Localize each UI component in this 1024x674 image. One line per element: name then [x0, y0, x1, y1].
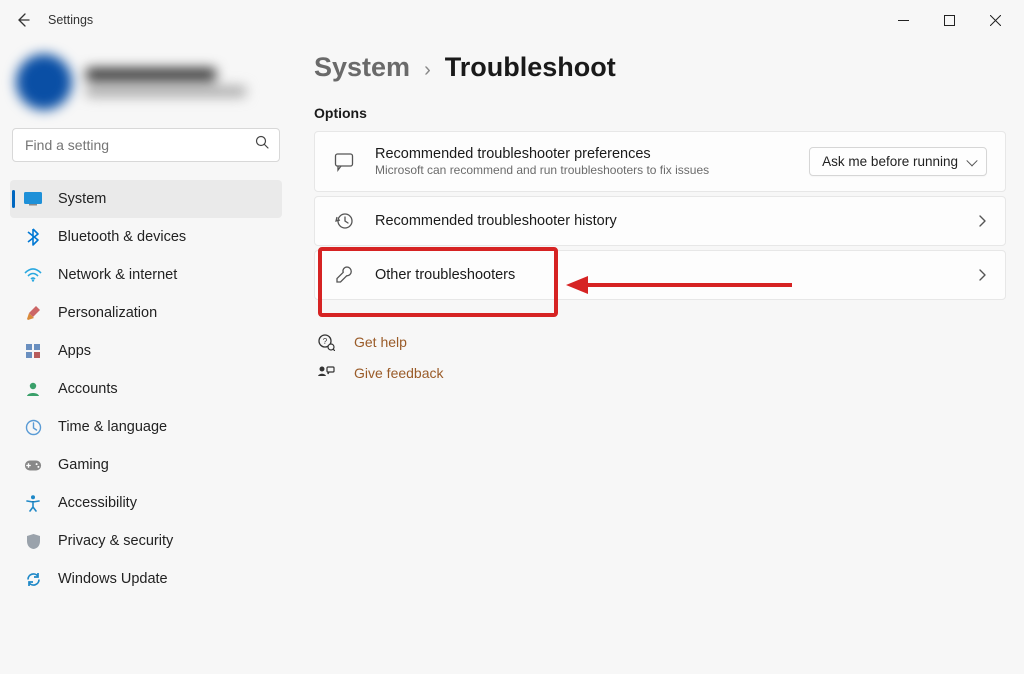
get-help-link[interactable]: ? Get help [314, 326, 1006, 358]
window-title: Settings [48, 13, 93, 27]
sidebar-item-gaming[interactable]: Gaming [10, 446, 282, 484]
gaming-icon [24, 456, 42, 474]
sidebar-item-windows-update[interactable]: Windows Update [10, 560, 282, 598]
sidebar: System Bluetooth & devices Network & int… [0, 40, 292, 674]
sidebar-item-accessibility[interactable]: Accessibility [10, 484, 282, 522]
sidebar-item-label: Time & language [58, 419, 167, 435]
breadcrumb-current: Troubleshoot [445, 52, 616, 83]
svg-text:?: ? [323, 337, 328, 346]
card-other-troubleshooters[interactable]: Other troubleshooters [314, 250, 1006, 300]
sidebar-item-label: Bluetooth & devices [58, 229, 186, 245]
card-title: Other troubleshooters [375, 267, 957, 283]
card-troubleshooter-history[interactable]: Recommended troubleshooter history [314, 196, 1006, 246]
titlebar: Settings [0, 0, 1024, 40]
sidebar-item-label: System [58, 191, 106, 207]
history-icon [333, 211, 355, 231]
sidebar-item-label: Apps [58, 343, 91, 359]
wrench-icon [333, 265, 355, 285]
link-label: Give feedback [354, 365, 444, 381]
card-title: Recommended troubleshooter history [375, 213, 957, 229]
windows-update-icon [24, 570, 42, 588]
close-button[interactable] [972, 4, 1018, 36]
back-button[interactable] [6, 3, 40, 37]
sidebar-item-label: Windows Update [58, 571, 168, 587]
system-icon [24, 190, 42, 208]
accessibility-icon [24, 494, 42, 512]
search-box [12, 128, 280, 162]
sidebar-item-personalization[interactable]: Personalization [10, 294, 282, 332]
minimize-button[interactable] [880, 4, 926, 36]
feedback-icon [316, 365, 336, 381]
chat-icon [333, 152, 355, 172]
chevron-right-icon [977, 268, 987, 282]
sidebar-item-apps[interactable]: Apps [10, 332, 282, 370]
chevron-right-icon: › [424, 59, 431, 82]
bluetooth-icon [24, 228, 42, 246]
sidebar-item-time-language[interactable]: Time & language [10, 408, 282, 446]
personalization-icon [24, 304, 42, 322]
sidebar-item-system[interactable]: System [10, 180, 282, 218]
card-subtitle: Microsoft can recommend and run troubles… [375, 163, 789, 177]
privacy-icon [24, 532, 42, 550]
sidebar-item-network[interactable]: Network & internet [10, 256, 282, 294]
sidebar-item-label: Privacy & security [58, 533, 173, 549]
search-icon [255, 135, 270, 155]
sidebar-item-label: Accounts [58, 381, 118, 397]
chevron-right-icon [977, 214, 987, 228]
help-links: ? Get help Give feedback [314, 326, 1006, 388]
give-feedback-link[interactable]: Give feedback [314, 358, 1006, 388]
breadcrumb: System › Troubleshoot [314, 52, 1006, 83]
sidebar-item-bluetooth[interactable]: Bluetooth & devices [10, 218, 282, 256]
card-title: Recommended troubleshooter preferences [375, 146, 789, 162]
profile-header[interactable] [10, 46, 282, 128]
sidebar-item-label: Gaming [58, 457, 109, 473]
link-label: Get help [354, 334, 407, 350]
network-icon [24, 266, 42, 284]
accounts-icon [24, 380, 42, 398]
search-input[interactable] [12, 128, 280, 162]
sidebar-item-label: Accessibility [58, 495, 137, 511]
section-label: Options [314, 105, 1006, 121]
avatar [16, 54, 72, 110]
profile-email [86, 86, 246, 97]
sidebar-item-label: Network & internet [58, 267, 177, 283]
sidebar-item-label: Personalization [58, 305, 157, 321]
card-recommended-preferences[interactable]: Recommended troubleshooter preferences M… [314, 131, 1006, 192]
preference-dropdown[interactable]: Ask me before running [809, 147, 987, 176]
profile-name [86, 68, 216, 81]
sidebar-nav: System Bluetooth & devices Network & int… [10, 180, 282, 598]
breadcrumb-root[interactable]: System [314, 52, 410, 83]
time-language-icon [24, 418, 42, 436]
sidebar-item-accounts[interactable]: Accounts [10, 370, 282, 408]
maximize-button[interactable] [926, 4, 972, 36]
help-icon: ? [316, 333, 336, 351]
apps-icon [24, 342, 42, 360]
sidebar-item-privacy[interactable]: Privacy & security [10, 522, 282, 560]
main-content: System › Troubleshoot Options Recommende… [292, 40, 1024, 674]
